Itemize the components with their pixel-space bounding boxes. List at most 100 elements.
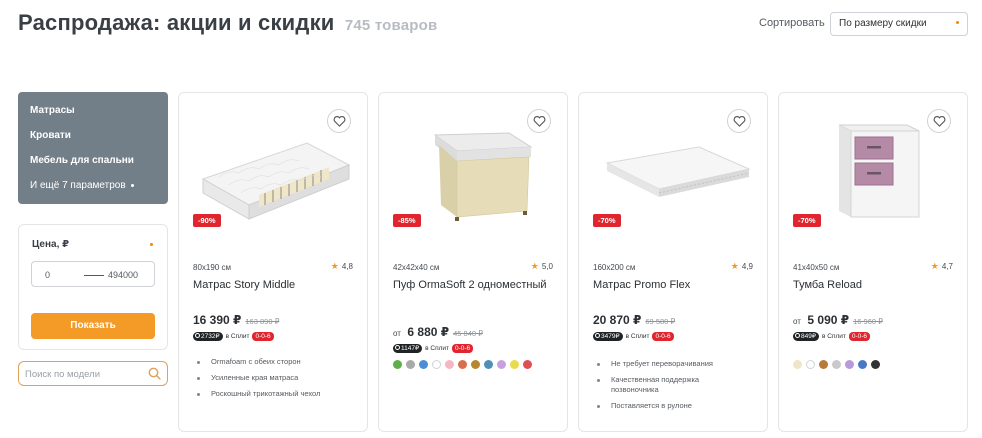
category-item-mattresses[interactable]: Матрасы: [30, 105, 168, 130]
product-card[interactable]: -70% 41x40x50 см ★ 4,7 Тумба Reload от 5 …: [778, 92, 968, 432]
split-installment[interactable]: 3479₽ в Сплит 0-0-6: [593, 331, 674, 341]
color-swatch[interactable]: [871, 360, 880, 369]
product-name[interactable]: Матрас Promo Flex: [593, 279, 758, 292]
split-installment[interactable]: 2732₽ в Сплит 0-0-6: [193, 331, 274, 341]
product-card[interactable]: -85% 42x42x40 см ★ 5,0 Пуф OrmaSoft 2 одн…: [378, 92, 568, 432]
product-card[interactable]: -70% 160x200 см ★ 4,9 Матрас Promo Flex 2…: [578, 92, 768, 432]
color-swatch[interactable]: [806, 360, 815, 369]
split-circle-icon: [595, 333, 600, 338]
product-size: 42x42x40 см: [393, 263, 440, 272]
category-item-beds[interactable]: Кровати: [30, 130, 168, 155]
rating-value: 4,7: [941, 262, 953, 271]
product-count: 745 товаров: [344, 17, 438, 34]
old-price: 163 890 ₽: [245, 317, 280, 326]
split-pill: 0-0-6: [252, 331, 274, 341]
favorite-button[interactable]: [727, 109, 751, 133]
split-amount-badge: 1147₽: [393, 343, 423, 353]
heart-icon: [733, 116, 746, 127]
category-filter: Матрасы Кровати Мебель для спальни И ещё…: [18, 92, 168, 204]
color-swatch[interactable]: [458, 360, 467, 369]
split-amount-badge: 2732₽: [193, 331, 223, 341]
product-name[interactable]: Тумба Reload: [793, 279, 958, 292]
color-swatches: [393, 360, 536, 369]
split-text: в Сплит: [821, 332, 846, 340]
product-rating: ★ 4,9: [731, 261, 753, 272]
category-item-bedroom-furniture[interactable]: Мебель для спальни: [30, 155, 168, 180]
product-size: 80x190 см: [193, 263, 231, 272]
favorite-button[interactable]: [927, 109, 951, 133]
color-swatch[interactable]: [793, 360, 802, 369]
color-swatch[interactable]: [845, 360, 854, 369]
split-amount-badge: 3479₽: [593, 331, 623, 341]
discount-badge: -70%: [793, 214, 821, 227]
model-search-field[interactable]: [18, 361, 168, 386]
discount-badge: -85%: [393, 214, 421, 227]
rating-value: 5,0: [541, 262, 553, 271]
split-installment[interactable]: 849₽ в Сплит 0-0-6: [793, 331, 871, 341]
split-circle-icon: [195, 333, 200, 338]
feature-item: Качественная поддержка позвоночника: [597, 375, 717, 395]
product-card[interactable]: -90% 80x190 см ★ 4,8 Матрас Story Middle …: [178, 92, 368, 432]
range-separator: [84, 275, 104, 276]
heart-icon: [533, 116, 546, 127]
color-swatch[interactable]: [419, 360, 428, 369]
current-price: 5 090 ₽: [807, 313, 850, 327]
star-icon: ★: [530, 261, 539, 271]
feature-list: Ormafoam с обеих сторон Усиленные края м…: [197, 357, 320, 405]
feature-item: Поставляется в рулоне: [597, 401, 717, 411]
sort-select[interactable]: По размеру скидки: [830, 12, 968, 36]
price-range-input[interactable]: 0 494000: [31, 261, 155, 287]
more-parameters-link[interactable]: И ещё 7 параметров: [30, 180, 168, 205]
model-search-input[interactable]: [25, 366, 143, 382]
split-circle-icon: [395, 345, 400, 350]
feature-item: Роскошный трикотажный чехол: [197, 389, 320, 399]
feature-item: Ormafoam с обеих сторон: [197, 357, 320, 367]
star-icon: ★: [330, 261, 339, 271]
split-amount: 849₽: [801, 332, 816, 340]
price-to-value[interactable]: 494000: [108, 270, 138, 280]
split-amount: 1147₽: [401, 344, 420, 352]
page-title-text: Распродажа: акции и скидки: [18, 10, 335, 35]
product-size: 41x40x50 см: [793, 263, 840, 272]
color-swatch[interactable]: [510, 360, 519, 369]
color-swatch[interactable]: [484, 360, 493, 369]
color-swatch[interactable]: [858, 360, 867, 369]
current-price: 16 390 ₽: [193, 313, 242, 327]
color-swatch[interactable]: [432, 360, 441, 369]
color-swatch[interactable]: [819, 360, 828, 369]
page-title: Распродажа: акции и скидки 745 товаров: [18, 10, 437, 36]
color-swatch[interactable]: [445, 360, 454, 369]
split-amount: 3479₽: [601, 332, 620, 340]
search-icon[interactable]: [148, 367, 161, 380]
sort-label: Сортировать: [759, 17, 825, 29]
rating-value: 4,9: [741, 262, 753, 271]
product-name[interactable]: Пуф OrmaSoft 2 одноместный: [393, 279, 558, 292]
color-swatch[interactable]: [471, 360, 480, 369]
favorite-button[interactable]: [527, 109, 551, 133]
old-price: 16 960 ₽: [853, 317, 883, 326]
price-prefix: от: [393, 329, 401, 338]
product-price: от 5 090 ₽16 960 ₽: [793, 311, 883, 329]
price-from-value[interactable]: 0: [45, 270, 50, 280]
product-price: 20 870 ₽69 580 ₽: [593, 311, 675, 329]
feature-item: Не требует переворачивания: [597, 359, 717, 369]
heart-icon: [933, 116, 946, 127]
old-price: 45 840 ₽: [453, 329, 483, 338]
product-name[interactable]: Матрас Story Middle: [193, 279, 358, 292]
collapse-dot-icon[interactable]: [150, 243, 153, 246]
color-swatch[interactable]: [393, 360, 402, 369]
current-price: 6 880 ₽: [407, 325, 450, 339]
color-swatch[interactable]: [523, 360, 532, 369]
more-parameters-label: И ещё 7 параметров: [30, 180, 126, 191]
color-swatch[interactable]: [832, 360, 841, 369]
favorite-button[interactable]: [327, 109, 351, 133]
color-swatch[interactable]: [406, 360, 415, 369]
split-text: в Сплит: [225, 332, 250, 340]
split-amount: 2732₽: [201, 332, 220, 340]
product-size: 160x200 см: [593, 263, 636, 272]
color-swatches: [793, 360, 884, 369]
discount-badge: -90%: [193, 214, 221, 227]
color-swatch[interactable]: [497, 360, 506, 369]
show-button[interactable]: Показать: [31, 313, 155, 339]
split-installment[interactable]: 1147₽ в Сплит 0-0-6: [393, 343, 474, 353]
